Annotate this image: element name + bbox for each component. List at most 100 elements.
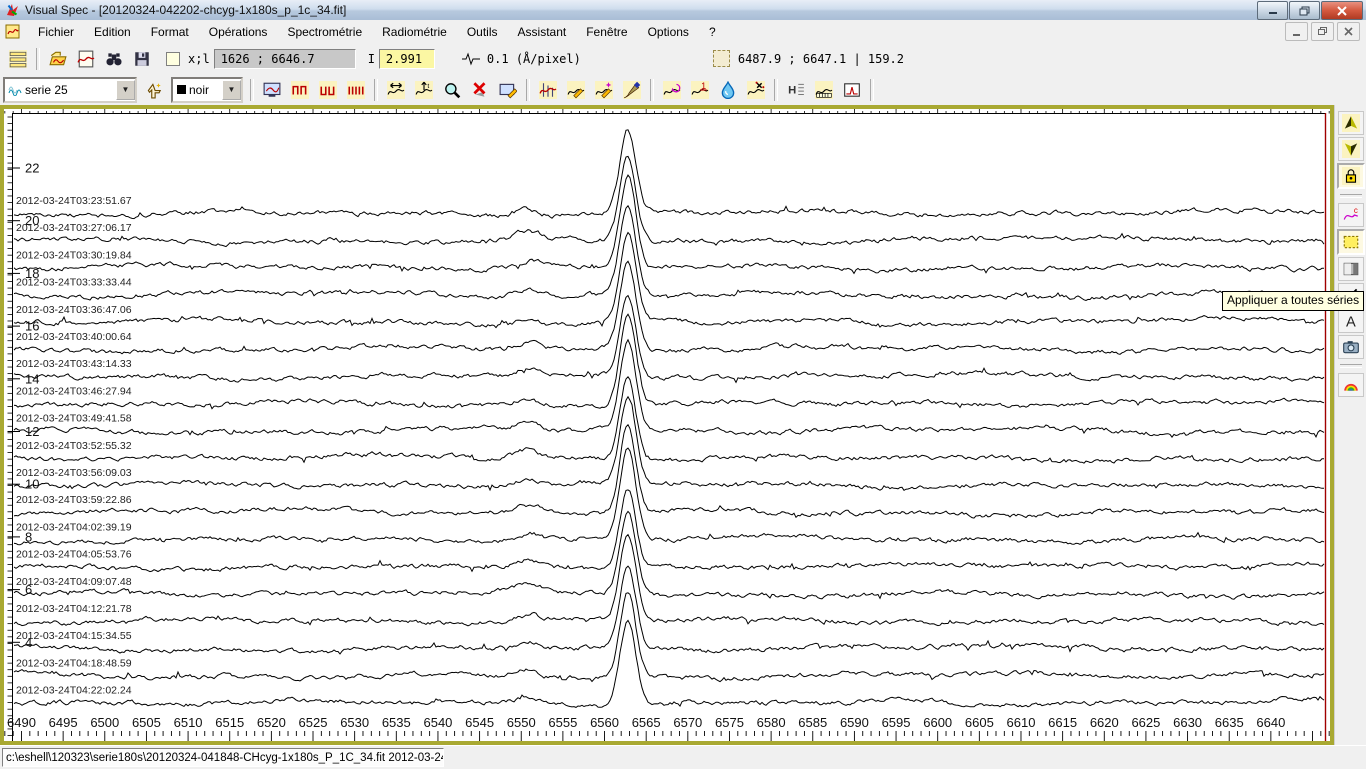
spectrum-trace — [14, 511, 1324, 599]
erase-button[interactable] — [619, 77, 645, 103]
spectrum-trace — [14, 566, 1324, 654]
app-logo-icon — [4, 2, 20, 18]
calibration-button[interactable] — [811, 77, 837, 103]
spectrum-trace — [14, 261, 1324, 354]
erase-icon — [623, 81, 641, 99]
svg-text:t: t — [427, 82, 429, 89]
spectrum-trace — [14, 340, 1324, 437]
lock-icon — [1342, 167, 1360, 185]
arrow-up-button[interactable] — [1338, 111, 1364, 135]
gradient-button[interactable] — [1338, 257, 1364, 281]
shift-horizontal-button[interactable] — [383, 77, 409, 103]
selection-region-button[interactable] — [1337, 229, 1365, 255]
close-button[interactable] — [1321, 1, 1363, 20]
reference-spectrum-button[interactable] — [73, 46, 99, 72]
x-axis-label: 6505 — [132, 715, 161, 730]
color-select-arrow-icon[interactable]: ▼ — [222, 80, 241, 100]
edit-display-icon — [499, 81, 517, 99]
menu-radiomtrie[interactable]: Radiométrie — [372, 22, 457, 42]
shift-vertical-button[interactable]: t — [411, 77, 437, 103]
menu-bar: FichierEditionFormatOpérationsSpectromét… — [0, 20, 1366, 45]
x-axis-label: 6595 — [882, 715, 911, 730]
menu-outils[interactable]: Outils — [457, 22, 508, 42]
draw-button[interactable] — [563, 77, 589, 103]
spectra-plot[interactable]: 2220181614121086464906495650065056510651… — [0, 105, 1334, 745]
mdi-minimize-icon — [1293, 28, 1301, 36]
pointing-hand-icon — [145, 81, 163, 99]
menu-fentre[interactable]: Fenêtre — [576, 22, 637, 42]
crop-marks-button[interactable] — [743, 77, 769, 103]
search-binoculars-icon — [105, 50, 123, 68]
continuum-3-button[interactable] — [343, 77, 369, 103]
mdi-close-icon — [1344, 27, 1353, 36]
normalize-button[interactable]: 1 — [687, 77, 713, 103]
series-timestamp: 2012-03-24T03:46:27.94 — [16, 385, 132, 397]
camera-button[interactable] — [1338, 335, 1364, 359]
separator — [526, 79, 530, 101]
gradient-icon — [1342, 260, 1360, 278]
profile-c-button[interactable]: c — [1338, 203, 1364, 227]
svg-text:A: A — [1345, 315, 1355, 330]
x-axis-label: 6575 — [715, 715, 744, 730]
status-bar: c:\eshell\120323\serie180s\20120324-0418… — [0, 745, 1366, 769]
serie-select-arrow-icon[interactable]: ▼ — [116, 80, 135, 100]
series-timestamp: 2012-03-24T04:02:39.19 — [16, 521, 132, 533]
menu-fichier[interactable]: Fichier — [28, 22, 84, 42]
color-select[interactable]: noir ▼ — [171, 77, 243, 103]
zoom-button[interactable] — [439, 77, 465, 103]
restore-button[interactable] — [1289, 1, 1320, 20]
mdi-restore-button[interactable] — [1311, 22, 1334, 41]
coord-checkbox[interactable] — [166, 52, 180, 66]
open-spectrum-button[interactable] — [45, 46, 71, 72]
continuum-2-icon — [319, 81, 337, 99]
display-button[interactable] — [259, 77, 285, 103]
draw-new-button[interactable] — [591, 77, 617, 103]
mdi-close-button[interactable] — [1337, 22, 1360, 41]
x-axis-label: 6620 — [1090, 715, 1119, 730]
water-drop-button[interactable] — [715, 77, 741, 103]
save-button[interactable] — [129, 46, 155, 72]
series-timestamp: 2012-03-24T03:27:06.17 — [16, 222, 132, 234]
smooth-button[interactable] — [659, 77, 685, 103]
text-tool-button[interactable]: A — [1338, 309, 1364, 333]
spectrum-trace — [14, 448, 1324, 545]
menu-help[interactable]: ? — [699, 22, 726, 42]
normalize-icon: 1 — [691, 81, 709, 99]
menu-oprations[interactable]: Opérations — [199, 22, 278, 42]
intensity-readout: 2.991 — [379, 49, 435, 69]
series-list-button[interactable] — [5, 46, 31, 72]
x-axis-label: 6630 — [1173, 715, 1202, 730]
series-timestamp: 2012-03-24T03:30:19.84 — [16, 249, 132, 261]
x-axis-label: 6635 — [1215, 715, 1244, 730]
continuum-2-button[interactable] — [315, 77, 341, 103]
delete-button[interactable] — [467, 77, 493, 103]
display-icon — [263, 81, 281, 99]
x-axis-label: 6605 — [965, 715, 994, 730]
rainbow-button[interactable] — [1338, 373, 1364, 397]
menu-spectromtrie[interactable]: Spectrométrie — [277, 22, 372, 42]
element-lines-button[interactable]: H — [783, 77, 809, 103]
line-ident-button[interactable] — [535, 77, 561, 103]
lock-button[interactable] — [1337, 163, 1365, 189]
menu-options[interactable]: Options — [638, 22, 699, 42]
mdi-minimize-button[interactable] — [1285, 22, 1308, 41]
status-file-path: c:\eshell\120323\serie180s\20120324-0418… — [2, 748, 444, 767]
profile-frame-button[interactable] — [839, 77, 865, 103]
serie-select[interactable]: serie 25 ▼ — [3, 77, 137, 103]
spectrum-trace — [14, 535, 1324, 626]
separator — [1340, 364, 1362, 368]
menu-assistant[interactable]: Assistant — [508, 22, 577, 42]
delete-icon — [471, 81, 489, 99]
minimize-button[interactable] — [1257, 1, 1288, 20]
menu-edition[interactable]: Edition — [84, 22, 141, 42]
menu-format[interactable]: Format — [141, 22, 199, 42]
apply-hand-button[interactable] — [141, 77, 167, 103]
search-binoculars-button[interactable] — [101, 46, 127, 72]
continuum-1-button[interactable] — [287, 77, 313, 103]
spectrum-trace — [14, 397, 1324, 491]
arrow-down-button[interactable] — [1338, 137, 1364, 161]
edit-display-button[interactable] — [495, 77, 521, 103]
x-axis-label: 6555 — [548, 715, 577, 730]
spectrum-trace — [14, 377, 1324, 463]
spectrum-trace — [14, 425, 1324, 518]
